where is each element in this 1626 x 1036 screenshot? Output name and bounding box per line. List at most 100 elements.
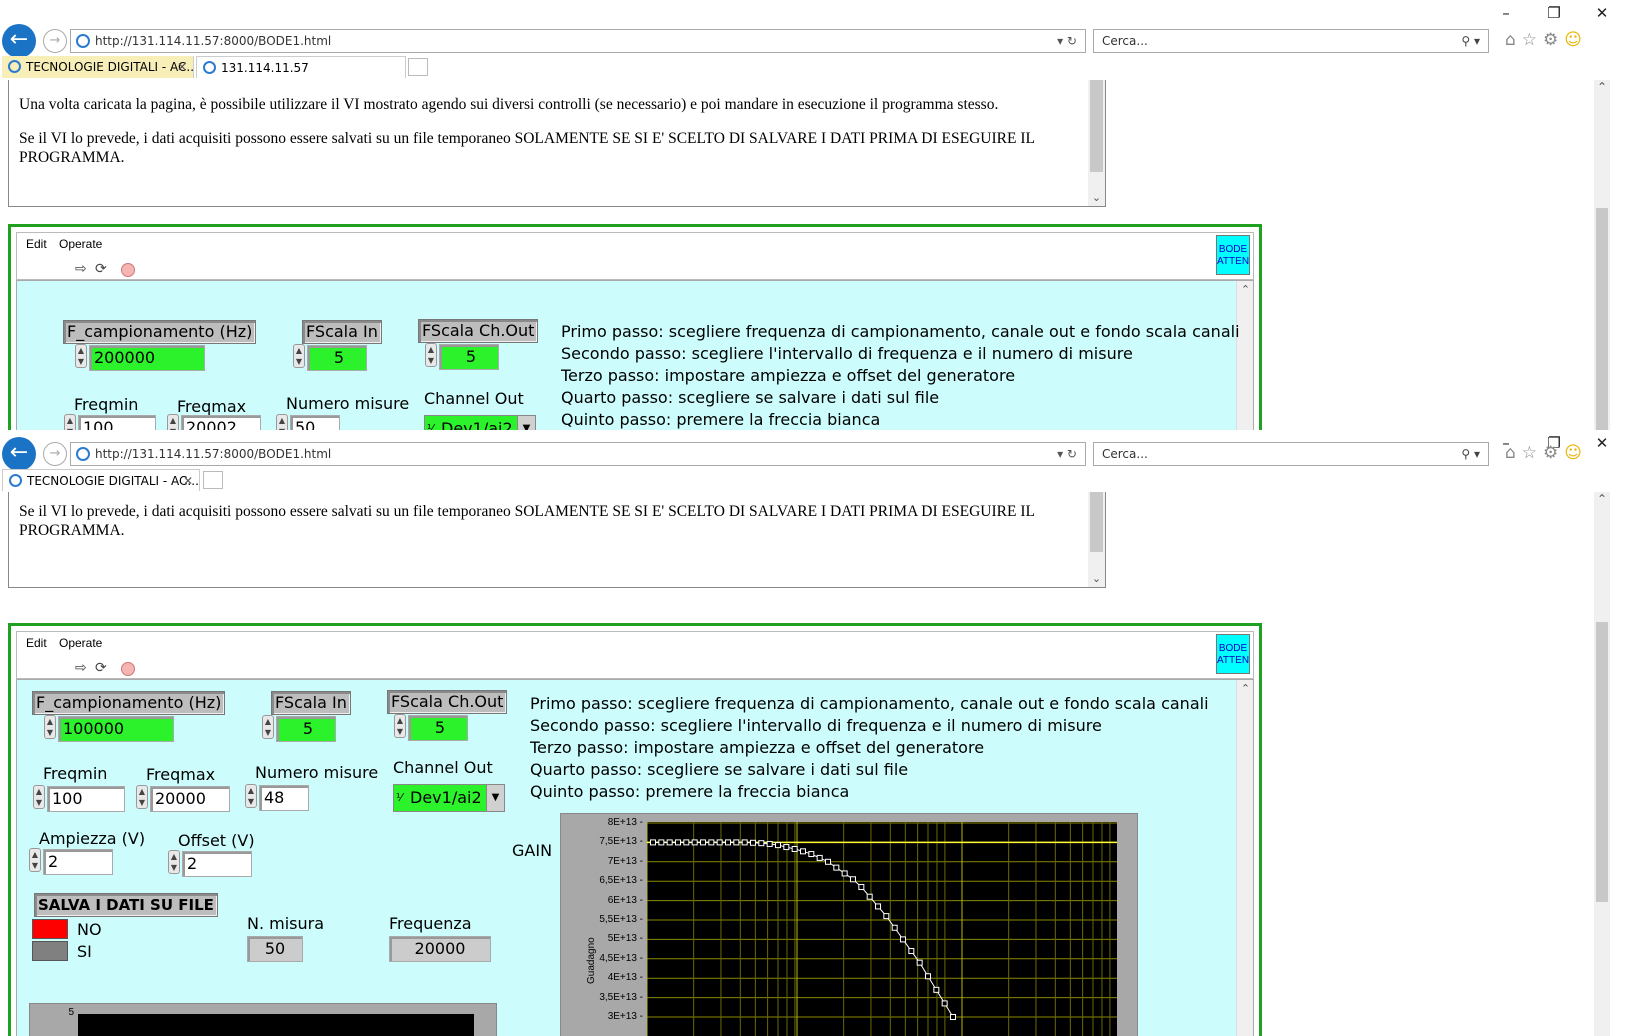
freqmax-input[interactable]: 20002 xyxy=(181,415,261,430)
search-icon[interactable]: ⚲ ▾ xyxy=(1461,443,1480,465)
home-icon[interactable]: ⌂ xyxy=(1505,30,1522,50)
dropdown-arrow-icon[interactable]: ▼ xyxy=(486,785,504,811)
freqmin-input[interactable]: 100 xyxy=(78,415,156,430)
smiley-icon[interactable]: ☺ xyxy=(1564,30,1588,50)
fscala-out-stepper[interactable]: ▲ ▼ xyxy=(394,714,406,738)
tab-label: TECNOLOGIE DIGITALI - AC... xyxy=(26,60,194,74)
home-icon[interactable]: ⌂ xyxy=(1505,443,1522,463)
offset-input[interactable]: 2 xyxy=(182,851,252,877)
new-tab-icon[interactable] xyxy=(408,58,428,76)
page-scrollbar[interactable]: ⌃ xyxy=(1594,80,1610,430)
menu-edit[interactable]: Edit xyxy=(26,237,47,251)
search-icon[interactable]: ⚲ ▾ xyxy=(1461,30,1480,52)
scroll-down-icon[interactable]: ⌄ xyxy=(1088,572,1105,585)
steps-text: Primo passo: scegliere frequenza di camp… xyxy=(561,321,1240,430)
fscala-in-input[interactable]: 5 xyxy=(307,345,367,371)
address-bar[interactable]: http://131.114.11.57:8000/BODE1.html ▾ ↻ xyxy=(70,442,1086,466)
refresh-icon[interactable]: ▾ ↻ xyxy=(1057,443,1077,465)
gain-point xyxy=(691,839,698,846)
address-bar[interactable]: http://131.114.11.57:8000/BODE1.html ▾ ↻ xyxy=(70,29,1086,53)
abort-icon[interactable] xyxy=(121,263,135,277)
no-led[interactable] xyxy=(32,919,68,939)
textbox-scrollbar[interactable]: ⌄ xyxy=(1088,80,1105,206)
star-icon[interactable]: ☆ xyxy=(1522,30,1543,50)
fscala-in-input[interactable]: 5 xyxy=(276,716,336,742)
freqmax-input[interactable]: 20000 xyxy=(150,786,230,812)
fscala-out-input[interactable]: 5 xyxy=(408,715,468,741)
address-row: ← → http://131.114.11.57:8000/BODE1.html… xyxy=(0,437,1626,471)
back-arrow-icon[interactable]: ← xyxy=(2,24,36,58)
tab-tecnologie[interactable]: TECNOLOGIE DIGITALI - AC... ✕ xyxy=(2,469,200,491)
scroll-thumb[interactable] xyxy=(1090,492,1103,552)
offset-stepper[interactable]: ▲ ▼ xyxy=(168,850,180,874)
page-scrollbar[interactable]: ⌃ xyxy=(1594,492,1610,1036)
smiley-icon[interactable]: ☺ xyxy=(1564,443,1588,463)
freqmin-stepper[interactable]: ▲▼ xyxy=(33,785,45,809)
run-arrow-icon[interactable]: ⇨ xyxy=(75,660,87,676)
fcamp-stepper[interactable]: ▲ ▼ xyxy=(75,344,87,368)
fcamp-stepper[interactable]: ▲ ▼ xyxy=(44,715,56,739)
ampiezza-stepper[interactable]: ▲ ▼ xyxy=(29,848,41,872)
textbox-scrollbar[interactable]: ⌄ xyxy=(1088,492,1105,587)
nmisure-input[interactable]: 48 xyxy=(259,785,309,811)
panel-scrollbar[interactable]: ⌃ xyxy=(1236,680,1253,1036)
search-input[interactable]: Cerca... ⚲ ▾ xyxy=(1093,442,1489,466)
fscala-out-input[interactable]: 5 xyxy=(439,344,499,370)
dropdown-arrow-icon[interactable]: ▼ xyxy=(517,416,535,430)
scroll-up-icon[interactable]: ⌃ xyxy=(1237,682,1253,695)
scroll-up-icon[interactable]: ⌃ xyxy=(1594,80,1610,94)
close-tab-icon[interactable]: ✕ xyxy=(183,470,193,491)
back-arrow-icon[interactable]: ← xyxy=(2,437,36,471)
gear-icon[interactable]: ⚙ xyxy=(1543,443,1564,463)
channel-out-select[interactable]: ⅟ Dev1/ai2 ▼ xyxy=(393,784,505,812)
run-continuous-icon[interactable]: ⟳ xyxy=(95,261,107,277)
scroll-up-icon[interactable]: ⌃ xyxy=(1237,283,1253,296)
gain-point xyxy=(750,839,756,846)
scroll-thumb[interactable] xyxy=(1090,80,1103,172)
nmisure-input[interactable]: 50 xyxy=(290,415,340,430)
restore-icon[interactable]: ❐ xyxy=(1534,4,1574,22)
forward-arrow-icon[interactable]: → xyxy=(43,29,67,53)
scroll-up-icon[interactable]: ⌃ xyxy=(1594,492,1610,506)
scroll-down-icon[interactable]: ⌄ xyxy=(1088,191,1105,204)
tab-tecnologie[interactable]: TECNOLOGIE DIGITALI - AC... ✕ xyxy=(2,56,194,78)
freqmin-input[interactable]: 100 xyxy=(47,786,125,812)
fscala-in-stepper[interactable]: ▲ ▼ xyxy=(262,715,274,739)
fscala-out-stepper[interactable]: ▲ ▼ xyxy=(425,343,437,367)
ampiezza-input[interactable]: 2 xyxy=(43,849,113,875)
freqmax-stepper[interactable]: ▲▼ xyxy=(136,785,148,809)
menu-operate[interactable]: Operate xyxy=(59,636,102,650)
si-led[interactable] xyxy=(32,941,68,961)
step-5: Quinto passo: premere la freccia bianca xyxy=(561,410,881,429)
star-icon[interactable]: ☆ xyxy=(1522,443,1543,463)
fcamp-input[interactable]: 200000 xyxy=(89,345,205,371)
channel-out-select[interactable]: ⅟ Dev1/ai2 ▼ xyxy=(424,415,536,430)
freqmax-stepper[interactable]: ▲▼ xyxy=(167,414,179,430)
close-tab-icon[interactable]: ✕ xyxy=(177,56,187,78)
tab-ip[interactable]: 131.114.11.57 xyxy=(196,56,406,78)
scroll-thumb[interactable] xyxy=(1596,622,1608,902)
y-tick-label: 4,5E+13 - xyxy=(599,952,643,964)
y-tick-label: 6E+13 - xyxy=(607,894,643,906)
run-arrow-icon[interactable]: ⇨ xyxy=(75,261,87,277)
forward-arrow-icon[interactable]: → xyxy=(43,442,67,466)
freqmin-stepper[interactable]: ▲▼ xyxy=(64,414,76,430)
run-continuous-icon[interactable]: ⟳ xyxy=(95,660,107,676)
nmisure-stepper[interactable]: ▲▼ xyxy=(276,414,288,430)
menu-edit[interactable]: Edit xyxy=(26,636,47,650)
gain-point xyxy=(775,842,781,849)
close-icon[interactable]: ✕ xyxy=(1582,4,1622,22)
scroll-thumb[interactable] xyxy=(1596,208,1608,430)
new-tab-icon[interactable] xyxy=(203,471,223,489)
search-input[interactable]: Cerca... ⚲ ▾ xyxy=(1093,29,1489,53)
menu-operate[interactable]: Operate xyxy=(59,237,102,251)
nmisure-stepper[interactable]: ▲▼ xyxy=(245,784,257,808)
abort-icon[interactable] xyxy=(121,662,135,676)
y-tick-label: 7,5E+13 - xyxy=(599,836,643,848)
gear-icon[interactable]: ⚙ xyxy=(1543,30,1564,50)
channel-out-label: Channel Out xyxy=(393,758,493,777)
fcamp-input[interactable]: 100000 xyxy=(58,716,174,742)
refresh-icon[interactable]: ▾ ↻ xyxy=(1057,30,1077,52)
minimize-icon[interactable]: – xyxy=(1486,4,1526,22)
fscala-in-stepper[interactable]: ▲ ▼ xyxy=(293,344,305,368)
